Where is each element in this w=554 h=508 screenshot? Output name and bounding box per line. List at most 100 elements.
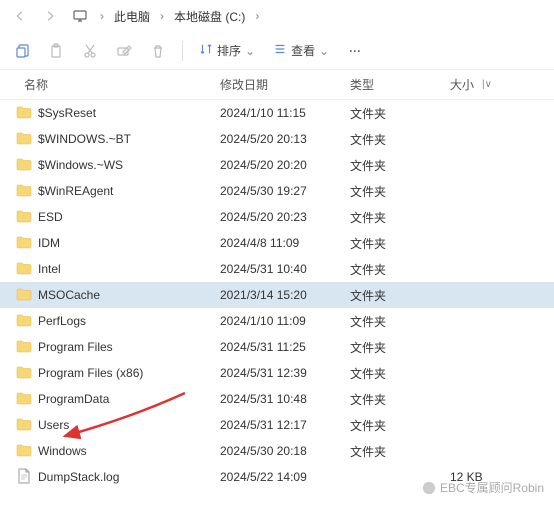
file-name: Intel xyxy=(38,262,61,276)
file-type: 文件夹 xyxy=(350,209,450,226)
folder-icon xyxy=(16,442,32,461)
file-date: 2024/5/30 20:18 xyxy=(220,444,350,458)
file-row[interactable]: $WinREAgent 2024/5/30 19:27文件夹 xyxy=(0,178,554,204)
folder-icon xyxy=(16,104,32,123)
chevron-right-icon: › xyxy=(251,9,263,23)
column-label: 名称 xyxy=(24,76,48,93)
list-icon xyxy=(273,42,287,59)
chevron-right-icon: › xyxy=(156,9,168,23)
file-row[interactable]: Windows2024/5/30 20:18文件夹 xyxy=(0,438,554,464)
file-name: Program Files (x86) xyxy=(38,366,143,380)
file-type: 文件夹 xyxy=(350,287,450,304)
file-row[interactable]: $Windows.~WS 2024/5/20 20:20文件夹 xyxy=(0,152,554,178)
column-date[interactable]: 修改日期 xyxy=(220,76,350,93)
avatar-icon xyxy=(422,481,436,495)
file-row[interactable]: $SysReset2024/1/10 11:15文件夹 xyxy=(0,100,554,126)
file-row[interactable]: PerfLogs 2024/1/10 11:09文件夹 xyxy=(0,308,554,334)
copy-button[interactable] xyxy=(6,35,38,67)
file-type: 文件夹 xyxy=(350,183,450,200)
sort-label: 排序 xyxy=(217,42,241,59)
breadcrumb-item[interactable]: 此电脑 xyxy=(110,8,154,25)
file-date: 2024/5/31 10:48 xyxy=(220,392,350,406)
file-name: Users xyxy=(38,418,69,432)
file-date: 2024/5/22 14:09 xyxy=(220,470,350,484)
file-name: ESD xyxy=(38,210,63,224)
file-date: 2021/3/14 15:20 xyxy=(220,288,350,302)
paste-button[interactable] xyxy=(40,35,72,67)
watermark-text: EBC专属顾问Robin xyxy=(440,479,544,496)
folder-icon xyxy=(16,286,32,305)
breadcrumb: › 此电脑 › 本地磁盘 (C:) › xyxy=(0,0,554,32)
folder-icon xyxy=(16,234,32,253)
file-date: 2024/5/31 12:17 xyxy=(220,418,350,432)
file-row[interactable]: Intel 2024/5/31 10:40文件夹 xyxy=(0,256,554,282)
file-date: 2024/5/30 19:27 xyxy=(220,184,350,198)
file-type: 文件夹 xyxy=(350,261,450,278)
delete-button[interactable] xyxy=(142,35,174,67)
file-icon xyxy=(16,468,32,487)
file-type: 文件夹 xyxy=(350,157,450,174)
file-type: 文件夹 xyxy=(350,235,450,252)
file-type: 文件夹 xyxy=(350,391,450,408)
file-row[interactable]: Program Files (x86) 2024/5/31 12:39文件夹 xyxy=(0,360,554,386)
file-date: 2024/5/31 11:25 xyxy=(220,340,350,354)
column-label: 修改日期 xyxy=(220,76,268,93)
folder-icon xyxy=(16,130,32,149)
file-date: 2024/1/10 11:09 xyxy=(220,314,350,328)
file-row[interactable]: ProgramData 2024/5/31 10:48文件夹 xyxy=(0,386,554,412)
file-list: $SysReset2024/1/10 11:15文件夹$WINDOWS.~BT2… xyxy=(0,100,554,490)
divider xyxy=(182,41,183,61)
more-button[interactable]: ··· xyxy=(339,35,371,67)
file-name: $Windows.~WS xyxy=(38,158,123,172)
sort-indicator-icon: |∨ xyxy=(482,79,492,90)
folder-icon xyxy=(16,416,32,435)
folder-icon xyxy=(16,390,32,409)
file-type: 文件夹 xyxy=(350,417,450,434)
file-date: 2024/5/31 12:39 xyxy=(220,366,350,380)
chevron-down-icon: ⌄ xyxy=(319,44,329,58)
file-row[interactable]: Program Files2024/5/31 11:25文件夹 xyxy=(0,334,554,360)
view-label: 查看 xyxy=(291,42,315,59)
file-date: 2024/1/10 11:15 xyxy=(220,106,350,120)
file-name: $WINDOWS.~BT xyxy=(38,132,131,146)
monitor-icon[interactable] xyxy=(66,2,94,30)
file-name: Program Files xyxy=(38,340,113,354)
breadcrumb-item[interactable]: 本地磁盘 (C:) xyxy=(170,8,249,25)
column-label: 大小 xyxy=(450,76,474,93)
watermark: EBC专属顾问Robin xyxy=(422,479,544,496)
view-dropdown[interactable]: 查看 ⌄ xyxy=(265,35,337,67)
file-type: 文件夹 xyxy=(350,105,450,122)
file-name: $WinREAgent xyxy=(38,184,113,198)
file-name: DumpStack.log xyxy=(38,470,119,484)
folder-icon xyxy=(16,260,32,279)
file-date: 2024/5/20 20:20 xyxy=(220,158,350,172)
file-type: 文件夹 xyxy=(350,131,450,148)
file-type: 文件夹 xyxy=(350,365,450,382)
folder-icon xyxy=(16,182,32,201)
rename-button[interactable] xyxy=(108,35,140,67)
file-row[interactable]: MSOCache2021/3/14 15:20文件夹 xyxy=(0,282,554,308)
sort-dropdown[interactable]: 排序 ⌄ xyxy=(191,35,263,67)
file-date: 2024/5/31 10:40 xyxy=(220,262,350,276)
back-button[interactable] xyxy=(6,2,34,30)
file-date: 2024/5/20 20:23 xyxy=(220,210,350,224)
column-size[interactable]: 大小 |∨ xyxy=(450,76,554,93)
folder-icon xyxy=(16,312,32,331)
file-row[interactable]: IDM2024/4/8 11:09文件夹 xyxy=(0,230,554,256)
folder-icon xyxy=(16,338,32,357)
file-name: PerfLogs xyxy=(38,314,86,328)
file-name: IDM xyxy=(38,236,60,250)
column-headers: 名称 修改日期 类型 大小 |∨ xyxy=(0,70,554,100)
file-name: ProgramData xyxy=(38,392,109,406)
column-type[interactable]: 类型 xyxy=(350,76,450,93)
cut-button[interactable] xyxy=(74,35,106,67)
sort-icon xyxy=(199,42,213,59)
file-type: 文件夹 xyxy=(350,313,450,330)
file-row[interactable]: Users 2024/5/31 12:17文件夹 xyxy=(0,412,554,438)
file-row[interactable]: ESD 2024/5/20 20:23文件夹 xyxy=(0,204,554,230)
file-row[interactable]: $WINDOWS.~BT2024/5/20 20:13文件夹 xyxy=(0,126,554,152)
forward-button[interactable] xyxy=(36,2,64,30)
column-name[interactable]: 名称 xyxy=(0,76,220,93)
file-name: Windows xyxy=(38,444,87,458)
toolbar: 排序 ⌄ 查看 ⌄ ··· xyxy=(0,32,554,70)
